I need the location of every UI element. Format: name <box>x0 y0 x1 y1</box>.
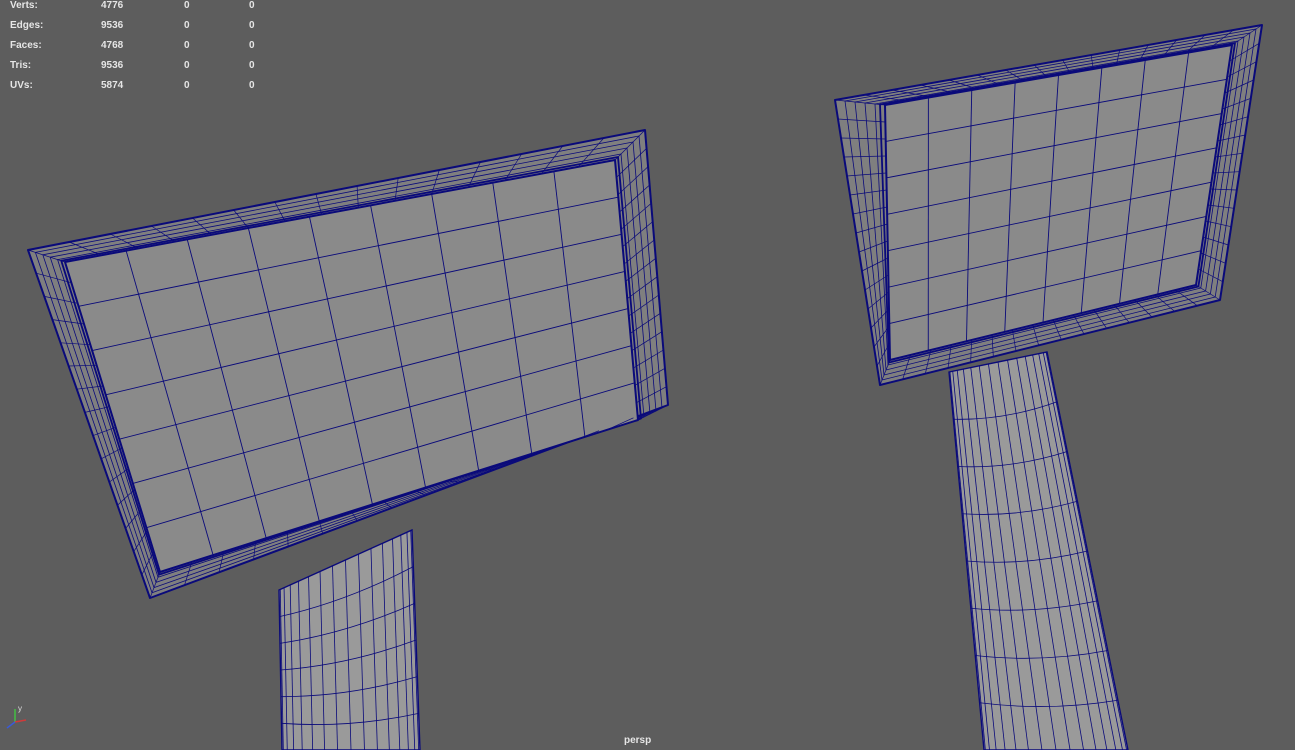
hud-selected: 0 <box>184 40 190 51</box>
hud-component: 0 <box>249 40 255 51</box>
mirror-face <box>64 159 639 573</box>
hud-total: 9536 <box>101 20 124 31</box>
axis-y-label: y <box>18 704 22 713</box>
hud-total: 5874 <box>101 80 124 91</box>
hud-row-verts: Verts: 4776 0 0 <box>10 0 270 20</box>
hud-row-faces: Faces: 4768 0 0 <box>10 40 270 60</box>
hud-label: UVs: <box>10 80 33 91</box>
hud-total: 9536 <box>101 60 124 71</box>
hud-component: 0 <box>249 80 255 91</box>
hud-selected: 0 <box>184 20 190 31</box>
hud-row-tris: Tris: 9536 0 0 <box>10 60 270 80</box>
hud-selected: 0 <box>184 60 190 71</box>
poly-count-hud: Verts: 4776 0 0 Edges: 9536 0 0 Faces: 4… <box>10 0 270 100</box>
maya-viewport[interactable]: Verts: 4776 0 0 Edges: 9536 0 0 Faces: 4… <box>0 0 1295 750</box>
hud-label: Tris: <box>10 60 32 71</box>
hud-total: 4768 <box>101 40 124 51</box>
hud-label: Edges: <box>10 20 44 31</box>
hud-row-uvs: UVs: 5874 0 0 <box>10 80 270 100</box>
hud-label: Faces: <box>10 40 42 51</box>
right-mirror-stem <box>948 351 1129 750</box>
hud-component: 0 <box>249 60 255 71</box>
left-mirror-head <box>27 129 669 599</box>
hud-selected: 0 <box>184 80 190 91</box>
camera-name-label: persp <box>624 735 652 746</box>
left-mirror-stem <box>278 528 421 750</box>
hud-selected: 0 <box>184 0 190 11</box>
hud-total: 4776 <box>101 0 124 11</box>
xyz-axis-gizmo-icon: y <box>6 704 27 729</box>
hud-component: 0 <box>249 0 255 11</box>
hud-component: 0 <box>249 20 255 31</box>
hud-row-edges: Edges: 9536 0 0 <box>10 20 270 40</box>
scene-canvas[interactable] <box>0 0 1295 750</box>
hud-label: Verts: <box>10 0 38 11</box>
right-mirror-head <box>834 24 1263 386</box>
